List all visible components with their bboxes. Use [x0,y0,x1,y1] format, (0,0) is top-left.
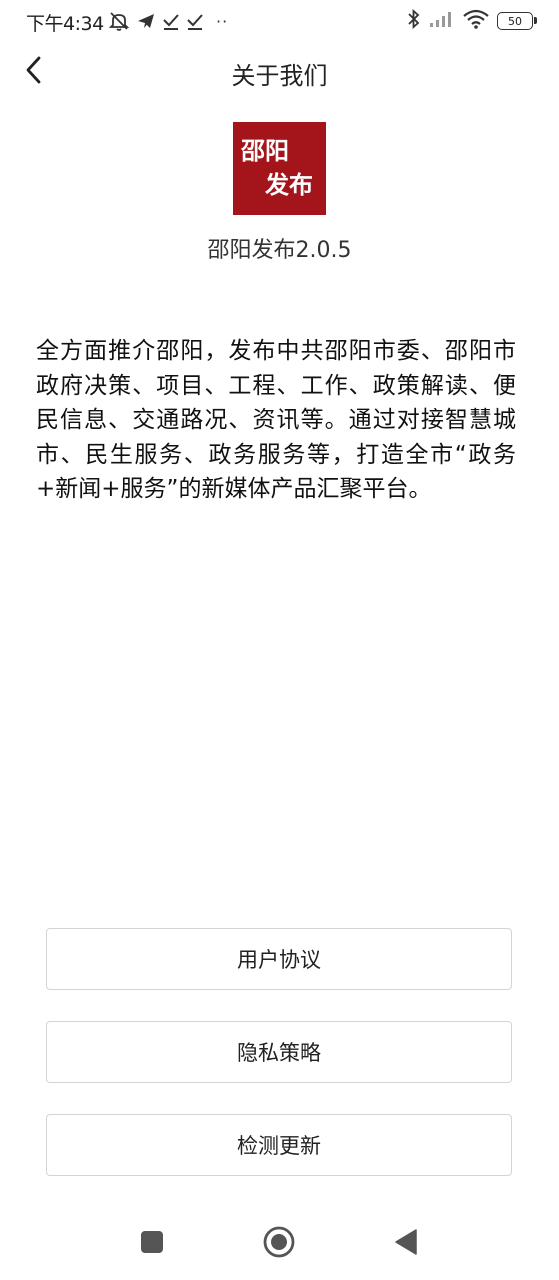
status-notification-icons: ·· [108,9,228,33]
home-circle-icon [263,1226,295,1262]
logo-text-line-1: 邵阳 [241,136,289,165]
signal-icon [429,10,455,32]
notifications-off-icon [108,10,130,32]
user-agreement-button[interactable]: 用户协议 [46,928,512,990]
app-description: 全方面推介邵阳，发布中共邵阳市委、邵阳市政府决策、项目、工程、工作、政策解读、便… [36,338,516,502]
status-time: 下午4:34 [26,13,104,35]
app-logo: 邵阳 发布 [233,122,326,215]
system-nav-bar [0,1210,559,1280]
bluetooth-icon [407,8,421,34]
privacy-policy-button[interactable]: 隐私策略 [46,1021,512,1083]
status-bar: 下午4:34 ·· 50 [0,0,559,42]
download-check-icon [162,11,180,31]
status-system-icons: 50 [407,8,537,34]
app-version: 邵阳发布2.0.5 [207,238,352,263]
recents-square-icon [140,1230,164,1258]
recents-button[interactable] [132,1224,172,1264]
wifi-icon [463,9,489,33]
download-check-icon [186,11,204,31]
back-triangle-icon [394,1229,418,1259]
nav-back-button[interactable] [386,1224,426,1264]
battery-icon: 50 [497,12,537,30]
telegram-icon [136,11,156,31]
check-update-button[interactable]: 检测更新 [46,1114,512,1176]
more-notifications-indicator: ·· [216,11,229,31]
app-header: 关于我们 [0,44,559,100]
page-title: 关于我们 [231,62,328,90]
logo-text-line-2: 发布 [265,170,313,199]
home-button[interactable] [259,1224,299,1264]
